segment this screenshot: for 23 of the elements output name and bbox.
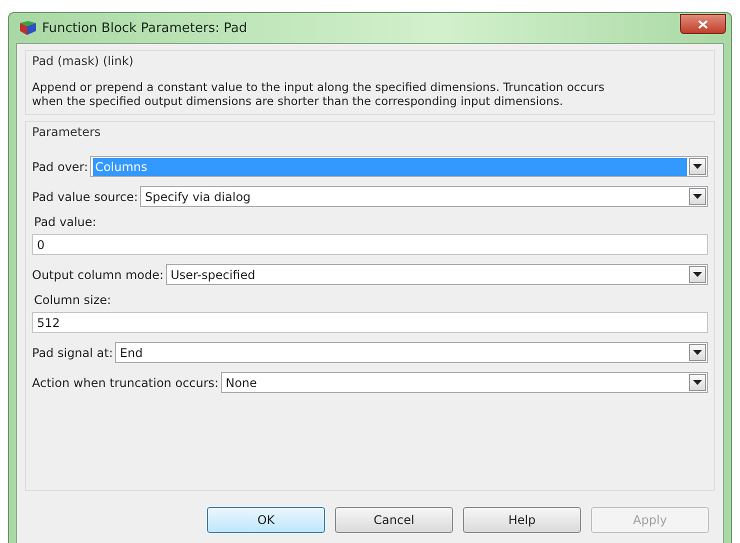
close-icon (698, 20, 708, 28)
dialog-button[interactable]: OK (207, 507, 325, 533)
group-title: Parameters (32, 125, 102, 139)
field-label: Pad signal at: (32, 346, 114, 360)
dialog-button[interactable]: Help (463, 507, 581, 533)
app-icon (20, 21, 36, 35)
description-text: Append or prepend a constant value to the input along the specified dimensions. Truncation occurs when the specified output dimensions are shorter than the corresponding input dimensions. (32, 80, 606, 108)
dropdown[interactable]: User-specified (166, 264, 708, 285)
input-field[interactable]: 512 (32, 312, 708, 333)
close-button[interactable] (680, 14, 726, 34)
dialog-button[interactable]: Cancel (335, 507, 453, 533)
field-label: Pad value: (33, 215, 96, 229)
field-label: Action when truncation occurs: (32, 376, 220, 390)
dropdown[interactable]: None (220, 372, 708, 393)
group-title: Pad (mask) (link) (32, 54, 134, 68)
field-label: Pad value source: (32, 190, 139, 204)
field-label: Pad over: (32, 160, 90, 174)
field-label: Output column mode: (32, 268, 165, 282)
window-title: Function Block Parameters: Pad (42, 20, 248, 36)
dropdown[interactable]: Specify via dialog (140, 186, 708, 207)
dropdown[interactable]: End (114, 342, 708, 363)
field-label: Column size: (33, 293, 112, 307)
input-field[interactable]: 0 (32, 234, 708, 255)
